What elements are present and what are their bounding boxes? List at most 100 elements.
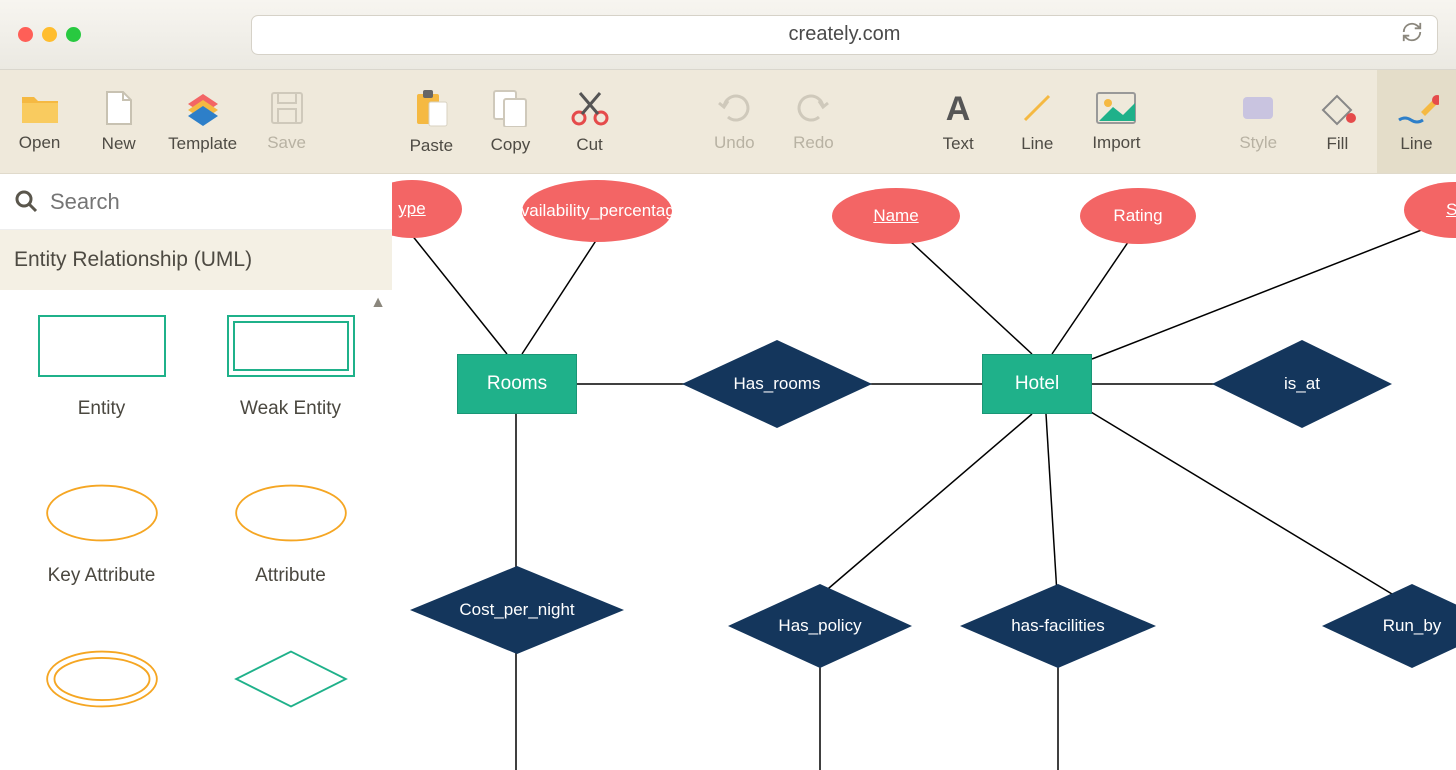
pencil-line-icon: [1395, 90, 1439, 126]
import-button[interactable]: Import: [1077, 70, 1156, 173]
attribute-name[interactable]: Name: [832, 188, 960, 244]
browser-chrome: creately.com: [0, 0, 1456, 70]
tool-label: Template: [168, 134, 237, 154]
shape-label: Weak Entity: [240, 398, 341, 420]
shape-text: is_at: [1284, 374, 1320, 394]
tool-label: Cut: [576, 135, 602, 155]
shape-grid: ▲ Entity Weak Entity Key Attribute Attri…: [0, 290, 392, 770]
text-tool-button[interactable]: A Text: [919, 70, 998, 173]
maximize-window-button[interactable]: [66, 27, 81, 42]
search-icon[interactable]: [14, 189, 40, 215]
tool-label: Line: [1021, 134, 1053, 154]
connection-lines: [392, 174, 1456, 770]
svg-text:A: A: [946, 90, 971, 126]
search-input[interactable]: [40, 189, 378, 215]
attribute-rating[interactable]: Rating: [1080, 188, 1196, 244]
shape-multivalued-attribute[interactable]: [10, 647, 193, 746]
shape-text: Has_policy: [778, 616, 861, 636]
shape-weak-entity[interactable]: Weak Entity: [199, 314, 382, 455]
undo-button[interactable]: Undo: [695, 70, 774, 173]
tool-label: Paste: [410, 136, 453, 156]
url-bar[interactable]: creately.com: [251, 15, 1438, 55]
template-icon: [184, 90, 222, 126]
copy-button[interactable]: Copy: [471, 70, 550, 173]
redo-icon: [795, 91, 831, 125]
shape-relationship[interactable]: [199, 647, 382, 746]
diagram-canvas[interactable]: ype Availability_percentage Name Rating …: [392, 174, 1456, 770]
shape-text: ype: [398, 199, 425, 219]
image-icon: [1095, 91, 1137, 125]
double-ellipse-icon: [37, 647, 167, 711]
relationship-run-by[interactable]: Run_by: [1322, 584, 1456, 668]
shape-key-attribute[interactable]: Key Attribute: [10, 481, 193, 622]
key-attribute-shape-icon: [37, 481, 167, 545]
shape-entity[interactable]: Entity: [10, 314, 193, 455]
close-window-button[interactable]: [18, 27, 33, 42]
redo-button[interactable]: Redo: [774, 70, 853, 173]
attribute-availability[interactable]: Availability_percentage: [522, 180, 672, 242]
line-style-button[interactable]: Line: [1377, 70, 1456, 173]
shape-label: Attribute: [255, 565, 326, 587]
attribute-shape-icon: [226, 481, 356, 545]
tool-label: Fill: [1327, 134, 1349, 154]
relationship-is-at[interactable]: is_at: [1212, 340, 1392, 428]
shape-text: Run_by: [1383, 616, 1442, 636]
shape-attribute[interactable]: Attribute: [199, 481, 382, 622]
entity-rooms[interactable]: Rooms: [457, 354, 577, 414]
fill-icon: [1317, 90, 1357, 126]
copy-icon: [492, 89, 528, 127]
url-text: creately.com: [789, 23, 901, 46]
minimize-window-button[interactable]: [42, 27, 57, 42]
shape-text: Cost_per_night: [459, 600, 574, 620]
entity-shape-icon: [37, 314, 167, 378]
weak-entity-shape-icon: [226, 314, 356, 378]
shape-text: has-facilities: [1011, 616, 1105, 636]
shape-label: Entity: [78, 398, 126, 420]
tool-label: Save: [267, 133, 306, 153]
undo-icon: [716, 91, 752, 125]
shape-text: Hotel: [1015, 373, 1059, 395]
tool-label: Undo: [714, 133, 755, 153]
search-row: [0, 174, 392, 230]
line-icon: [1019, 90, 1055, 126]
entity-hotel[interactable]: Hotel: [982, 354, 1092, 414]
folder-icon: [20, 91, 60, 125]
tool-label: Import: [1092, 133, 1140, 153]
shape-text: Availability_percentage: [510, 201, 685, 221]
shape-text: Rating: [1113, 206, 1162, 226]
tool-label: Redo: [793, 133, 834, 153]
new-file-icon: [103, 90, 135, 126]
shape-library-panel: Entity Relationship (UML) ▲ Entity Weak …: [0, 174, 392, 770]
relationship-has-rooms[interactable]: Has_rooms: [682, 340, 872, 428]
tool-label: Text: [943, 134, 974, 154]
shape-label: Key Attribute: [48, 565, 156, 587]
paste-button[interactable]: Paste: [392, 70, 471, 173]
relationship-has-facilities[interactable]: has-facilities: [960, 584, 1156, 668]
shape-text: Has_rooms: [734, 374, 821, 394]
tool-label: Style: [1239, 133, 1277, 153]
style-button[interactable]: Style: [1219, 70, 1298, 173]
tool-label: New: [102, 134, 136, 154]
new-button[interactable]: New: [79, 70, 158, 173]
tool-label: Copy: [491, 135, 531, 155]
line-tool-button[interactable]: Line: [998, 70, 1077, 173]
relationship-cost-per-night[interactable]: Cost_per_night: [410, 566, 624, 654]
shape-library-title[interactable]: Entity Relationship (UML): [0, 230, 392, 290]
cut-button[interactable]: Cut: [550, 70, 629, 173]
diamond-shape-icon: [226, 647, 356, 711]
paste-icon: [413, 88, 449, 128]
scroll-up-icon[interactable]: ▲: [370, 294, 386, 312]
shape-text: Rooms: [487, 373, 547, 395]
save-button[interactable]: Save: [247, 70, 326, 173]
template-button[interactable]: Template: [158, 70, 247, 173]
tool-label: Line: [1400, 134, 1432, 154]
save-icon: [270, 91, 304, 125]
text-icon: A: [941, 90, 975, 126]
reload-icon[interactable]: [1401, 21, 1423, 49]
open-button[interactable]: Open: [0, 70, 79, 173]
scissors-icon: [570, 89, 610, 127]
fill-button[interactable]: Fill: [1298, 70, 1377, 173]
toolbar: Open New Template Save Paste Copy Cut Un…: [0, 70, 1456, 174]
relationship-has-policy[interactable]: Has_policy: [728, 584, 912, 668]
shape-text: Name: [873, 206, 918, 226]
